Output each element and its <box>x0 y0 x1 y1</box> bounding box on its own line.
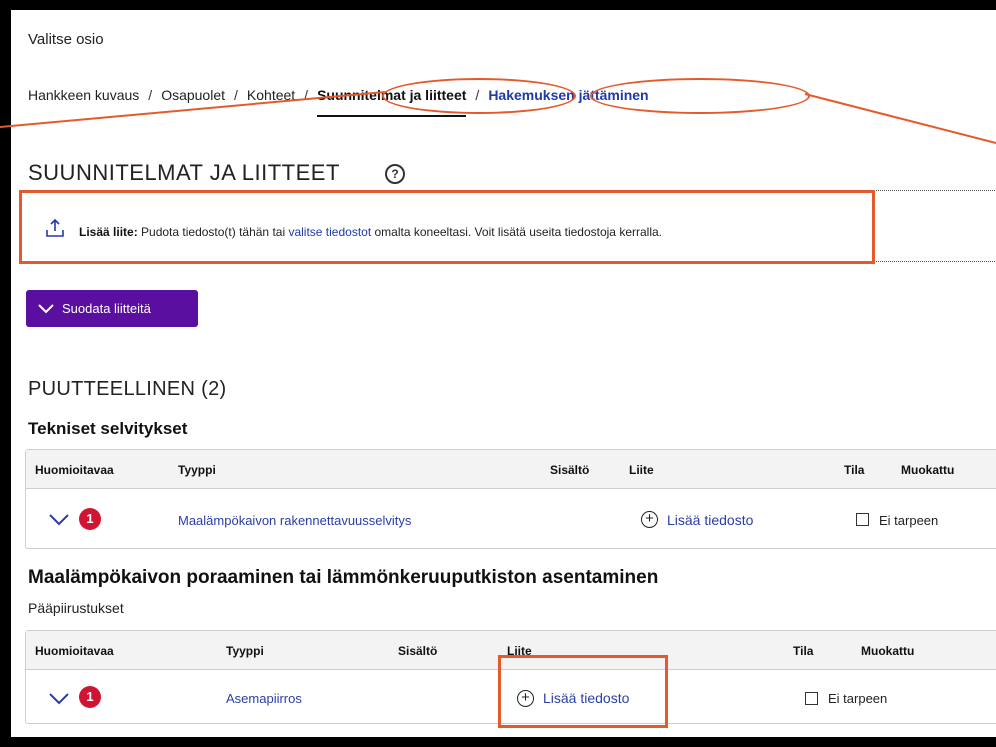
issue-count-badge: 1 <box>79 686 101 708</box>
attachment-type-link[interactable]: Maalämpökaivon rakennettavuusselvitys <box>178 513 411 528</box>
breadcrumb-separator: / <box>148 87 153 103</box>
breadcrumb-item-osapuolet[interactable]: Osapuolet <box>161 87 225 103</box>
add-circle-icon[interactable]: + <box>641 511 658 528</box>
column-header[interactable]: Tila <box>844 463 864 477</box>
column-header[interactable]: Tyyppi <box>226 644 264 658</box>
column-header[interactable]: Huomioitavaa <box>35 463 114 477</box>
help-icon[interactable]: ? <box>385 164 405 184</box>
column-header[interactable]: Sisältö <box>550 463 589 477</box>
annotation-ellipse <box>382 78 576 114</box>
page-frame: Valitse osio Hankkeen kuvaus / Osapuolet / K… <box>11 10 996 737</box>
annotation-box <box>19 190 875 264</box>
breadcrumb-item-hankkeen-kuvaus[interactable]: Hankkeen kuvaus <box>28 87 139 103</box>
filter-attachments-button[interactable]: Suodata liitteitä <box>26 290 198 327</box>
column-header[interactable]: Tyyppi <box>178 463 216 477</box>
column-header[interactable]: Tila <box>793 644 813 658</box>
issue-count-badge: 1 <box>79 508 101 530</box>
column-header[interactable]: Huomioitavaa <box>35 644 114 658</box>
annotation-box <box>498 655 668 728</box>
table-header: Huomioitavaa Tyyppi Sisältö Liite Tila M… <box>26 450 996 489</box>
chevron-down-icon[interactable] <box>48 513 70 527</box>
section-caption: Pääpiirustukset <box>28 600 124 616</box>
breadcrumb-separator: / <box>234 87 238 103</box>
chevron-down-icon[interactable] <box>48 692 70 706</box>
breadcrumb-item-kohteet[interactable]: Kohteet <box>247 87 295 103</box>
annotation-ellipse <box>590 78 810 114</box>
breadcrumb-separator: / <box>304 87 309 103</box>
attachment-type-link[interactable]: Asemapiirros <box>226 691 302 706</box>
column-header[interactable]: Muokattu <box>901 463 954 477</box>
not-needed-checkbox[interactable] <box>805 692 818 705</box>
not-needed-label: Ei tarpeen <box>879 513 939 528</box>
add-file-link[interactable]: Lisää tiedosto <box>667 512 753 528</box>
group-title: PUUTTEELLINEN (2) <box>28 378 227 400</box>
section-select-label: Valitse osio <box>28 31 104 48</box>
section-title-tekniset: Tekniset selvitykset <box>28 419 188 438</box>
page-title: SUUNNITELMAT JA LIITTEET <box>28 160 340 185</box>
column-header[interactable]: Sisältö <box>398 644 437 658</box>
not-needed-checkbox[interactable] <box>856 513 869 526</box>
column-header[interactable]: Liite <box>629 463 654 477</box>
attachments-table-tekniset: Huomioitavaa Tyyppi Sisältö Liite Tila M… <box>25 449 996 549</box>
section-title-maalampokaivo: Maalämpökaivon poraaminen tai lämmönkeru… <box>28 567 659 588</box>
filter-button-label: Suodata liitteitä <box>62 301 151 316</box>
chevron-down-icon <box>38 303 54 313</box>
column-header[interactable]: Muokattu <box>861 644 914 658</box>
not-needed-label: Ei tarpeen <box>828 691 888 706</box>
